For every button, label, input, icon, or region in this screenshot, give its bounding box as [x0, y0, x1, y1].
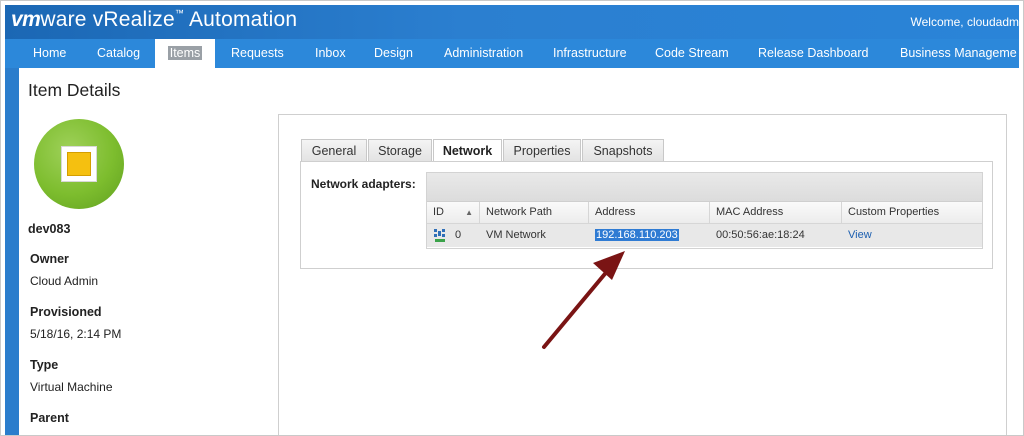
- network-adapters-grid: ID ▲ Network Path Address MAC Address Cu…: [426, 172, 983, 249]
- item-details-panel: General Storage Network Properties Snaps…: [278, 114, 1007, 435]
- type-label: Type: [30, 358, 59, 372]
- nav-items[interactable]: Items: [155, 39, 215, 68]
- main-nav: Home Catalog Items Requests Inbox Design…: [5, 39, 1019, 68]
- vm-name: dev083: [28, 222, 71, 236]
- parent-label: Parent: [30, 411, 69, 425]
- app-window: vmware vRealize™ Automation Welcome, clo…: [0, 0, 1024, 436]
- owner-label: Owner: [30, 252, 69, 266]
- tab-storage[interactable]: Storage: [368, 139, 432, 162]
- owner-value: Cloud Admin: [30, 274, 99, 288]
- nav-catalog[interactable]: Catalog: [97, 39, 140, 68]
- table-row[interactable]: 0 VM Network 192.168.110.203 00:50:56:ae…: [427, 224, 982, 247]
- tab-snapshots[interactable]: Snapshots: [582, 139, 664, 162]
- nav-inbox[interactable]: Inbox: [315, 39, 346, 68]
- nav-administration[interactable]: Administration: [444, 39, 523, 68]
- cell-network-path: VM Network: [486, 229, 546, 241]
- tab-properties[interactable]: Properties: [503, 139, 581, 162]
- cell-mac-address: 00:50:56:ae:18:24: [716, 229, 805, 241]
- network-adapters-label: Network adapters:: [311, 177, 416, 191]
- column-header-id[interactable]: ID ▲: [427, 202, 480, 223]
- nav-business-management[interactable]: Business Manageme: [900, 39, 1017, 68]
- provisioned-label: Provisioned: [30, 305, 102, 319]
- left-accent-bar: [5, 68, 19, 435]
- column-header-mac-address[interactable]: MAC Address: [710, 202, 842, 223]
- nav-release-dashboard[interactable]: Release Dashboard: [758, 39, 869, 68]
- column-header-custom-properties[interactable]: Custom Properties: [842, 202, 982, 223]
- column-header-network-path[interactable]: Network Path: [480, 202, 589, 223]
- header-bar: vmware vRealize™ Automation Welcome, clo…: [5, 5, 1019, 39]
- nav-items-label: Items: [167, 46, 203, 60]
- cell-id: 0: [455, 229, 462, 241]
- provisioned-value: 5/18/16, 2:14 PM: [30, 327, 122, 341]
- vmware-logo: vmware vRealize™ Automation: [11, 8, 298, 31]
- nav-design[interactable]: Design: [374, 39, 413, 68]
- virtual-machine-status-icon: [34, 119, 124, 209]
- page-title: Item Details: [28, 80, 121, 100]
- nav-home[interactable]: Home: [33, 39, 66, 68]
- sort-ascending-icon: ▲: [465, 208, 473, 217]
- nav-infrastructure[interactable]: Infrastructure: [553, 39, 627, 68]
- tab-network[interactable]: Network: [433, 139, 502, 163]
- selected-ip-address[interactable]: 192.168.110.203: [595, 229, 679, 241]
- network-tab-content: Network adapters: ID ▲ Network Path Addr…: [300, 161, 993, 269]
- nav-code-stream[interactable]: Code Stream: [655, 39, 729, 68]
- tab-general[interactable]: General: [301, 139, 367, 162]
- welcome-user-link[interactable]: Welcome, cloudadm: [911, 15, 1020, 29]
- nav-requests[interactable]: Requests: [231, 39, 284, 68]
- type-value: Virtual Machine: [30, 380, 113, 394]
- grid-header: ID ▲ Network Path Address MAC Address Cu…: [427, 202, 982, 224]
- grid-toolbar: [427, 173, 982, 202]
- column-header-address[interactable]: Address: [589, 202, 710, 223]
- view-custom-properties-link[interactable]: View: [842, 224, 982, 247]
- network-adapter-icon: [434, 229, 445, 242]
- cell-address[interactable]: 192.168.110.203: [589, 224, 710, 247]
